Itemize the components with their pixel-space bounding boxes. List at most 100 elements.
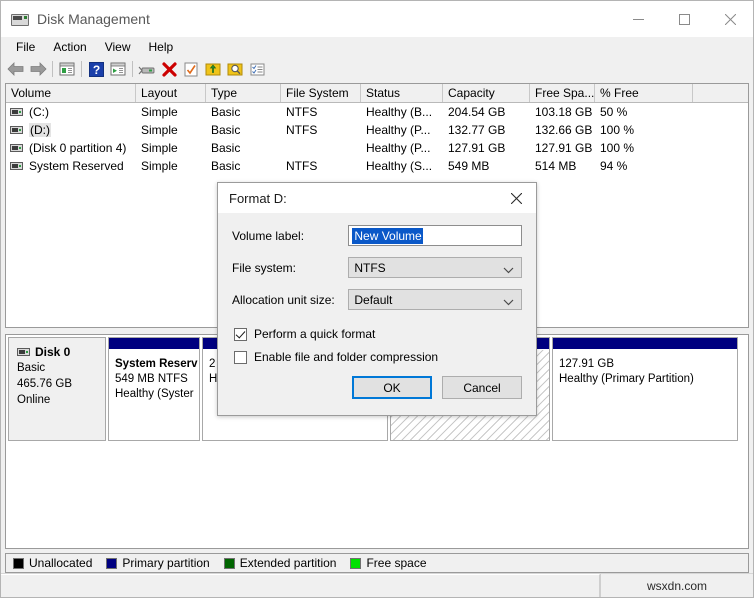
compression-checkbox[interactable] [234, 350, 247, 364]
maximize-button[interactable] [661, 1, 707, 37]
check-icon[interactable] [180, 58, 202, 80]
cell-layout: Simple [141, 159, 178, 173]
close-button[interactable] [707, 1, 753, 37]
disk-info-panel[interactable]: Disk 0 Basic 465.76 GB Online [8, 337, 106, 441]
column-header-free-space[interactable]: Free Spa... [530, 84, 595, 102]
show-list-icon[interactable] [246, 58, 268, 80]
column-header-capacity[interactable]: Capacity [443, 84, 530, 102]
volume-label-input[interactable]: New Volume [348, 225, 522, 246]
back-arrow-icon[interactable] [5, 58, 27, 80]
disk-size: 465.76 GB [17, 378, 72, 390]
column-header-volume[interactable]: Volume [6, 84, 136, 102]
column-header-layout[interactable]: Layout [136, 84, 206, 102]
cell-free-space: 514 MB [535, 159, 577, 173]
partition-block[interactable]: 127.91 GB Healthy (Primary Partition) [552, 337, 738, 441]
field-row-allocation-unit-size: Allocation unit size: Default [232, 289, 522, 310]
file-system-value: NTFS [354, 260, 386, 275]
cell-volume: (C:) [6, 105, 136, 119]
table-row[interactable]: (C:) Simple Basic NTFS Healthy (B... 204… [6, 103, 748, 121]
checkbox-row-quick-format[interactable]: Perform a quick format [234, 327, 522, 341]
legend-swatch-free-space [350, 557, 362, 569]
cell-free-space: 127.91 GB [535, 141, 593, 155]
legend-swatch-primary-partition [106, 557, 118, 569]
legend-label-extended-partition: Extended partition [239, 556, 337, 570]
disk-small-icon [17, 348, 30, 356]
toolbar-separator [52, 61, 53, 77]
partition-color-bar [109, 338, 199, 350]
checkbox-row-compression[interactable]: Enable file and folder compression [234, 350, 522, 364]
column-header-empty[interactable] [693, 84, 748, 102]
menu-bar: File Action View Help [1, 37, 753, 57]
cell-volume: (Disk 0 partition 4) [6, 141, 136, 155]
cell-capacity: 127.91 GB [448, 141, 506, 155]
window-controls [615, 1, 753, 37]
table-row[interactable]: (Disk 0 partition 4) Simple Basic Health… [6, 139, 748, 157]
export-list-icon[interactable] [202, 58, 224, 80]
menu-item-action[interactable]: Action [44, 38, 95, 56]
volume-name: (C:) [29, 105, 49, 119]
chevron-down-icon [503, 263, 514, 277]
partition-status: Healthy (Syster [115, 388, 194, 400]
cell-type: Basic [211, 159, 241, 173]
table-row[interactable]: System Reserved Simple Basic NTFS Health… [6, 157, 748, 175]
compression-label: Enable file and folder compression [254, 350, 439, 364]
cell-layout: Simple [141, 105, 178, 119]
dialog-body: Volume label: New Volume File system: NT… [218, 213, 536, 364]
rescan-disks-icon[interactable] [136, 58, 158, 80]
column-header-type[interactable]: Type [206, 84, 281, 102]
search-icon[interactable] [224, 58, 246, 80]
quick-format-checkbox[interactable] [234, 327, 247, 341]
cell-type: Basic [211, 141, 241, 155]
volume-label-value: New Volume [352, 227, 423, 244]
up-level-icon[interactable] [56, 58, 78, 80]
cell-status: Healthy (B... [366, 105, 433, 119]
cell-free-space: 103.18 GB [535, 105, 593, 119]
volume-list-header: Volume Layout Type File System Status Ca… [6, 84, 748, 103]
allocation-unit-size-select[interactable]: Default [348, 289, 522, 310]
dialog-close-icon[interactable] [496, 183, 536, 213]
toolbar: ? [1, 57, 753, 81]
cell-volume: (D:) [6, 123, 136, 137]
volume-name: (D:) [29, 123, 51, 137]
cell-free-space: 132.66 GB [535, 123, 593, 137]
cell-status: Healthy (S... [366, 159, 433, 173]
cancel-button[interactable]: Cancel [442, 376, 522, 399]
menu-item-file[interactable]: File [7, 38, 44, 56]
menu-item-view[interactable]: View [96, 38, 140, 56]
cell-type: Basic [211, 123, 241, 137]
cell-volume: System Reserved [6, 159, 136, 173]
label-file-system: File system: [232, 260, 297, 275]
partition-size: 549 MB NTFS [115, 373, 188, 385]
disk-name-row: Disk 0 [17, 344, 105, 360]
volume-icon [10, 126, 23, 134]
format-dialog: Format D: Volume label: New Volume File … [217, 182, 537, 416]
cell-status: Healthy (P... [366, 141, 431, 155]
delete-icon[interactable] [158, 58, 180, 80]
minimize-button[interactable] [615, 1, 661, 37]
cell-percent-free: 100 % [600, 123, 635, 137]
forward-arrow-icon[interactable] [27, 58, 49, 80]
legend-label-free-space: Free space [366, 556, 427, 570]
table-row[interactable]: (D:) Simple Basic NTFS Healthy (P... 132… [6, 121, 748, 139]
legend-swatch-unallocated [13, 557, 24, 569]
menu-item-help[interactable]: Help [140, 38, 183, 56]
allocation-unit-size-value: Default [354, 292, 393, 307]
disk-status: Online [17, 394, 51, 406]
legend: Unallocated Primary partition Extended p… [5, 553, 749, 573]
svg-text:?: ? [92, 63, 99, 77]
help-icon[interactable]: ? [85, 58, 107, 80]
partition-block[interactable]: System Reserv 549 MB NTFS Healthy (Syste… [108, 337, 200, 441]
cell-capacity: 549 MB [448, 159, 490, 173]
volume-icon [10, 144, 23, 152]
volume-name: (Disk 0 partition 4) [29, 141, 127, 155]
legend-label-unallocated: Unallocated [29, 556, 93, 570]
file-system-select[interactable]: NTFS [348, 257, 522, 278]
partition-name: System Reserv [115, 358, 198, 370]
column-header-file-system[interactable]: File System [281, 84, 361, 102]
toolbar-separator [81, 61, 82, 77]
ok-button[interactable]: OK [352, 376, 432, 399]
properties-icon[interactable] [107, 58, 129, 80]
disk-name: Disk 0 [35, 345, 71, 359]
column-header-status[interactable]: Status [361, 84, 443, 102]
column-header-percent-free[interactable]: % Free [595, 84, 693, 102]
